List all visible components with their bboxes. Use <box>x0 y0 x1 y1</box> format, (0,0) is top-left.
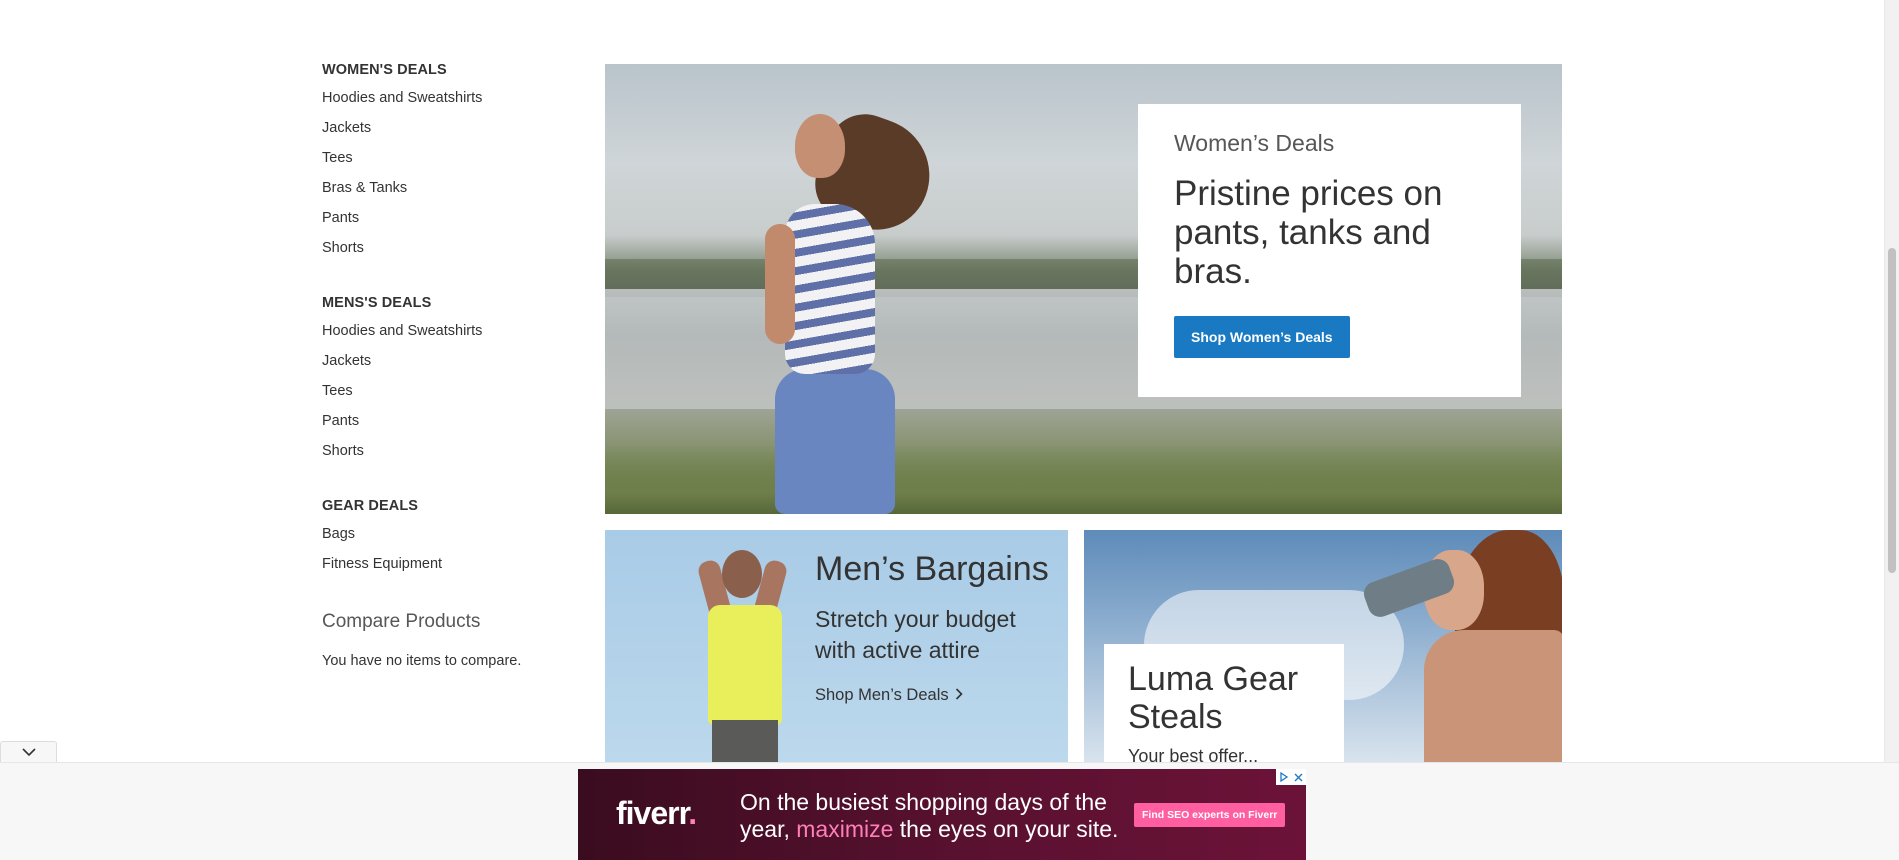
womens-deals-hero[interactable]: Women’s Deals Pristine prices on pants, … <box>605 64 1562 514</box>
hero-runner-image <box>765 103 946 514</box>
compare-products-block: Compare Products You have no items to co… <box>322 611 582 669</box>
sidebar-item-bags[interactable]: Bags <box>322 525 582 555</box>
sidebar-item-bras-tanks[interactable]: Bras & Tanks <box>322 179 582 209</box>
chevron-right-icon <box>955 687 963 703</box>
sidebar-item-tees[interactable]: Tees <box>322 382 582 412</box>
gear-title: Luma Gear Steals <box>1128 660 1299 736</box>
compare-products-title: Compare Products <box>322 611 481 632</box>
gear-deals-list: Bags Fitness Equipment <box>322 525 582 585</box>
fiverr-logo: fiverr. <box>616 795 697 831</box>
gear-promo-card: Luma Gear Steals Your best offer... <box>1104 644 1344 764</box>
sidebar-item-shorts[interactable]: Shorts <box>322 239 582 269</box>
sidebar-item-jackets[interactable]: Jackets <box>322 352 582 382</box>
sidebar-item-pants[interactable]: Pants <box>322 209 582 239</box>
hero-promo-card: Women’s Deals Pristine prices on pants, … <box>1138 104 1521 397</box>
sidebar-item-tees[interactable]: Tees <box>322 149 582 179</box>
section-mens-deals: MENS'S DEALS Hoodies and Sweatshirts Jac… <box>322 295 582 472</box>
womens-deals-list: Hoodies and Sweatshirts Jackets Tees Bra… <box>322 89 582 269</box>
chevron-down-icon <box>21 744 36 762</box>
mens-bargains-subtitle: Stretch your budget with active attire <box>815 606 1016 663</box>
luma-gear-steals-block[interactable]: Luma Gear Steals Your best offer... <box>1084 530 1562 764</box>
compare-empty-message: You have no items to compare. <box>322 653 522 669</box>
sidebar-item-hoodies[interactable]: Hoodies and Sweatshirts <box>322 322 582 352</box>
mens-deals-list: Hoodies and Sweatshirts Jackets Tees Pan… <box>322 322 582 472</box>
shop-mens-deals-link[interactable]: Shop Men’s Deals <box>815 686 963 705</box>
scrollbar-thumb[interactable] <box>1888 248 1896 573</box>
sidebar-item-jackets[interactable]: Jackets <box>322 119 582 149</box>
mens-model-image <box>696 550 790 764</box>
ad-cta-button[interactable]: Find SEO experts on Fiverr <box>1134 803 1286 827</box>
section-womens-deals: WOMEN'S DEALS Hoodies and Sweatshirts Ja… <box>322 62 582 269</box>
section-title: WOMEN'S DEALS <box>322 62 447 78</box>
section-gear-deals: GEAR DEALS Bags Fitness Equipment <box>322 498 582 585</box>
sidebar-item-shorts[interactable]: Shorts <box>322 442 582 472</box>
sidebar-item-fitness-equipment[interactable]: Fitness Equipment <box>322 555 582 585</box>
mens-bargains-block[interactable]: Men’s Bargains Stretch your budget with … <box>605 530 1068 764</box>
hero-grass <box>605 444 1562 514</box>
gear-model-image <box>1360 530 1562 764</box>
hero-headline: Pristine prices on pants, tanks and bras… <box>1174 174 1443 291</box>
sidebar-item-pants[interactable]: Pants <box>322 412 582 442</box>
adchoices-icon[interactable] <box>1276 769 1292 785</box>
section-title: MENS'S DEALS <box>322 295 432 311</box>
page-scrollbar[interactable] <box>1884 0 1899 762</box>
ad-collapse-toggle[interactable] <box>0 741 57 763</box>
shop-womens-deals-button[interactable]: Shop Women’s Deals <box>1174 316 1350 358</box>
fiverr-ad-banner[interactable]: fiverr. On the busiest shopping days of … <box>578 769 1306 860</box>
deals-sidebar: WOMEN'S DEALS Hoodies and Sweatshirts Ja… <box>322 62 582 669</box>
close-icon[interactable] <box>1291 769 1306 785</box>
ad-message: On the busiest shopping days of the year… <box>740 789 1119 842</box>
section-title: GEAR DEALS <box>322 498 419 514</box>
mens-bargains-title: Men’s Bargains <box>815 550 1049 588</box>
sidebar-item-hoodies[interactable]: Hoodies and Sweatshirts <box>322 89 582 119</box>
shop-mens-deals-label[interactable]: Shop Men’s Deals <box>815 686 949 704</box>
hero-eyebrow: Women’s Deals <box>1174 130 1335 156</box>
